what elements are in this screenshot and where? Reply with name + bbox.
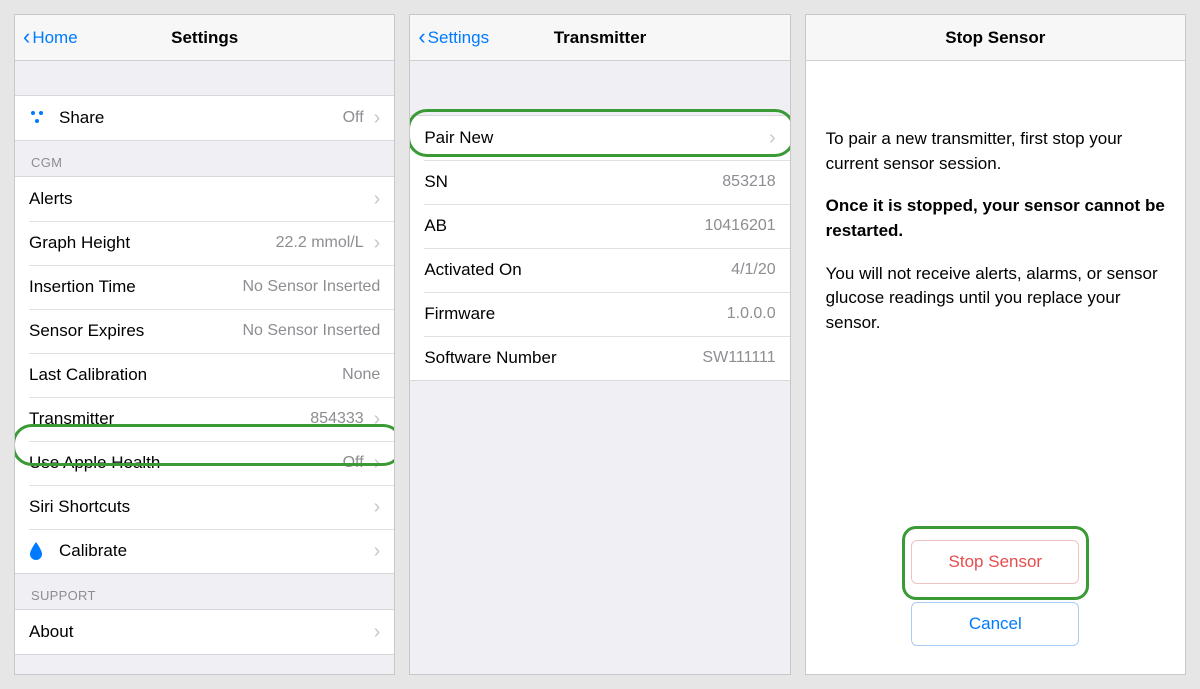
sensor-expires-row: Sensor Expires No Sensor Inserted bbox=[15, 309, 394, 353]
share-row[interactable]: Share Off › bbox=[15, 96, 394, 140]
ab-value: 10416201 bbox=[704, 217, 775, 235]
use-apple-health-row[interactable]: Use Apple Health Off › bbox=[15, 441, 394, 485]
alerts-row[interactable]: Alerts › bbox=[15, 177, 394, 221]
chevron-right-icon: › bbox=[374, 541, 381, 561]
cgm-header: CGM bbox=[15, 141, 394, 176]
activated-on-value: 4/1/20 bbox=[731, 261, 775, 279]
chevron-left-icon: ‹ bbox=[23, 26, 30, 48]
insertion-time-value: No Sensor Inserted bbox=[242, 278, 380, 296]
transmitter-group: Pair New › SN 853218 AB 10416201 Activat… bbox=[410, 115, 789, 381]
warn-p1: To pair a new transmitter, first stop yo… bbox=[826, 127, 1165, 176]
sn-value: 853218 bbox=[722, 173, 775, 191]
about-label: About bbox=[29, 622, 364, 642]
graph-height-label: Graph Height bbox=[29, 233, 276, 253]
transmitter-row[interactable]: Transmitter 854333 › bbox=[15, 397, 394, 441]
ab-row: AB 10416201 bbox=[410, 204, 789, 248]
chevron-right-icon: › bbox=[374, 233, 381, 253]
firmware-value: 1.0.0.0 bbox=[727, 305, 776, 323]
firmware-label: Firmware bbox=[424, 304, 726, 324]
software-number-row: Software Number SW111111 bbox=[410, 336, 789, 380]
firmware-row: Firmware 1.0.0.0 bbox=[410, 292, 789, 336]
body-text: To pair a new transmitter, first stop yo… bbox=[806, 61, 1185, 674]
graph-height-value: 22.2 mmol/L bbox=[276, 234, 364, 252]
software-number-label: Software Number bbox=[424, 348, 702, 368]
sn-row: SN 853218 bbox=[410, 160, 789, 204]
share-group: Share Off › bbox=[15, 95, 394, 141]
back-button[interactable]: ‹ Settings bbox=[418, 27, 489, 49]
graph-height-row[interactable]: Graph Height 22.2 mmol/L › bbox=[15, 221, 394, 265]
share-label: Share bbox=[59, 108, 343, 128]
screen-stop-sensor: Stop Sensor To pair a new transmitter, f… bbox=[805, 14, 1186, 675]
navbar: ‹ Settings Transmitter bbox=[410, 15, 789, 61]
use-apple-health-value: Off bbox=[343, 454, 364, 472]
last-calibration-label: Last Calibration bbox=[29, 365, 342, 385]
back-label: Settings bbox=[428, 28, 489, 48]
back-label: Home bbox=[32, 28, 77, 48]
calibrate-label: Calibrate bbox=[59, 541, 364, 561]
support-header: SUPPORT bbox=[15, 574, 394, 609]
alerts-label: Alerts bbox=[29, 189, 364, 209]
sn-label: SN bbox=[424, 172, 722, 192]
transmitter-label: Transmitter bbox=[29, 409, 310, 429]
siri-shortcuts-label: Siri Shortcuts bbox=[29, 497, 364, 517]
stop-sensor-button[interactable]: Stop Sensor bbox=[911, 540, 1079, 584]
navbar: ‹ Home Settings bbox=[15, 15, 394, 61]
page-title: Stop Sensor bbox=[806, 28, 1185, 48]
chevron-right-icon: › bbox=[374, 189, 381, 209]
share-value: Off bbox=[343, 109, 364, 127]
cancel-button[interactable]: Cancel bbox=[911, 602, 1079, 646]
warn-p3: You will not receive alerts, alarms, or … bbox=[826, 262, 1165, 336]
ab-label: AB bbox=[424, 216, 704, 236]
insertion-time-label: Insertion Time bbox=[29, 277, 242, 297]
transmitter-value: 854333 bbox=[310, 410, 363, 428]
screen-transmitter: ‹ Settings Transmitter Pair New › SN 853… bbox=[409, 14, 790, 675]
siri-shortcuts-row[interactable]: Siri Shortcuts › bbox=[15, 485, 394, 529]
cgm-group: Alerts › Graph Height 22.2 mmol/L › Inse… bbox=[15, 176, 394, 574]
chevron-right-icon: › bbox=[374, 453, 381, 473]
support-group: About › bbox=[15, 609, 394, 655]
software-number-value: SW111111 bbox=[702, 349, 775, 367]
last-calibration-value: None bbox=[342, 366, 380, 384]
droplet-icon bbox=[29, 542, 53, 560]
activated-on-row: Activated On 4/1/20 bbox=[410, 248, 789, 292]
about-row[interactable]: About › bbox=[15, 610, 394, 654]
activated-on-label: Activated On bbox=[424, 260, 731, 280]
pair-new-label: Pair New bbox=[424, 128, 759, 148]
button-area: Stop Sensor Cancel bbox=[826, 540, 1165, 674]
sensor-expires-label: Sensor Expires bbox=[29, 321, 242, 341]
chevron-right-icon: › bbox=[374, 497, 381, 517]
chevron-left-icon: ‹ bbox=[418, 26, 425, 48]
navbar: Stop Sensor bbox=[806, 15, 1185, 61]
chevron-right-icon: › bbox=[374, 108, 381, 128]
chevron-right-icon: › bbox=[374, 622, 381, 642]
pair-new-row[interactable]: Pair New › bbox=[410, 116, 789, 160]
share-icon bbox=[29, 109, 53, 127]
chevron-right-icon: › bbox=[374, 409, 381, 429]
chevron-right-icon: › bbox=[769, 128, 776, 148]
warn-p2: Once it is stopped, your sensor cannot b… bbox=[826, 194, 1165, 243]
back-button[interactable]: ‹ Home bbox=[23, 27, 78, 49]
last-calibration-row: Last Calibration None bbox=[15, 353, 394, 397]
screen-settings: ‹ Home Settings Share Off › CGM Alerts ›… bbox=[14, 14, 395, 675]
calibrate-row[interactable]: Calibrate › bbox=[15, 529, 394, 573]
sensor-expires-value: No Sensor Inserted bbox=[242, 322, 380, 340]
insertion-time-row: Insertion Time No Sensor Inserted bbox=[15, 265, 394, 309]
use-apple-health-label: Use Apple Health bbox=[29, 453, 343, 473]
